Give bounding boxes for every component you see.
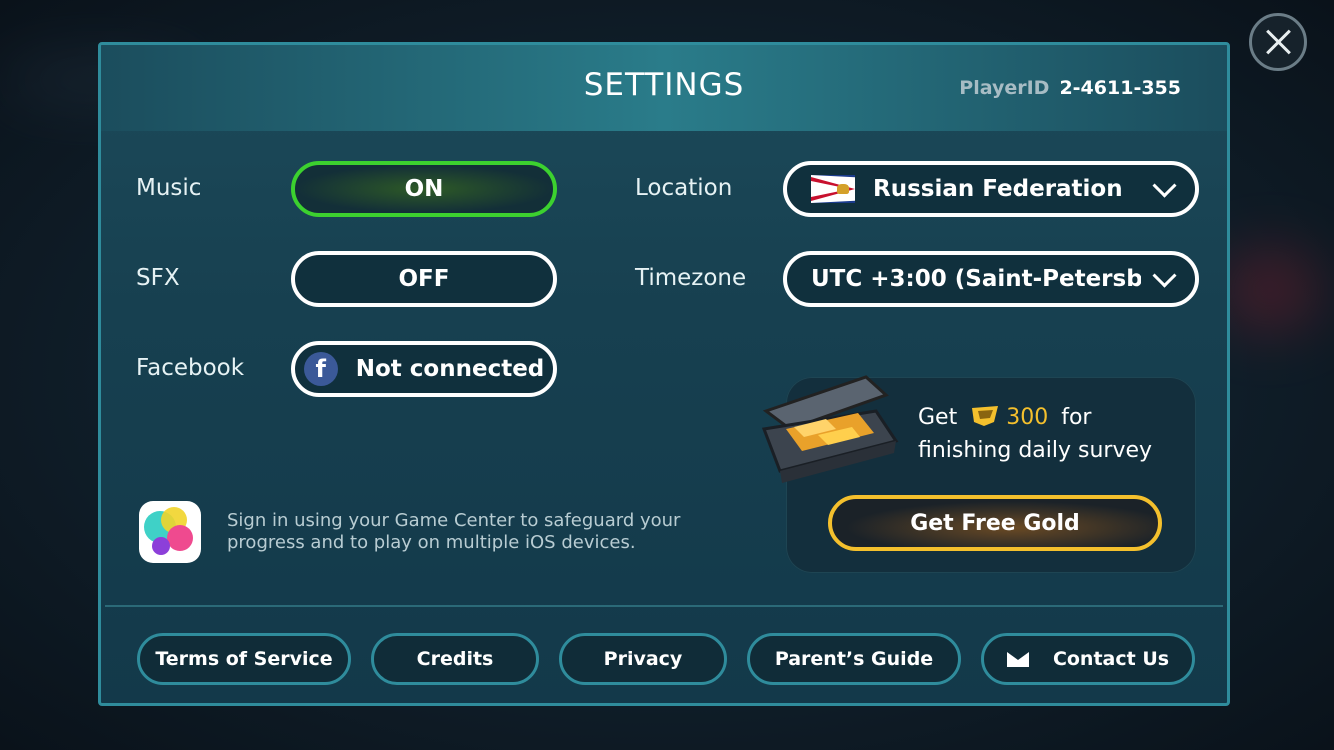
offer-amount: 300 (1006, 405, 1049, 430)
sfx-toggle[interactable]: OFF (291, 251, 557, 307)
location-label: Location (635, 175, 733, 201)
offer-text: Get 300 for finishing daily survey (918, 401, 1152, 467)
player-id-value: 2-4611-355 (1059, 77, 1181, 99)
location-select[interactable]: Russian Federation (783, 161, 1199, 217)
sfx-label: SFX (136, 265, 180, 291)
chevron-down-icon (1152, 263, 1177, 288)
contact-us-label: Contact Us (1052, 648, 1170, 670)
privacy-button[interactable]: Privacy (559, 633, 727, 685)
dialog-header: SETTINGS PlayerID 2-4611-355 (101, 45, 1227, 131)
privacy-label: Privacy (603, 648, 683, 670)
offer-description: finishing daily survey (918, 438, 1153, 463)
parents-guide-button[interactable]: Parent’s Guide (747, 633, 961, 685)
facebook-icon: f (303, 352, 338, 386)
divider (105, 605, 1223, 607)
facebook-connect-button[interactable]: f Not connected (291, 341, 557, 397)
flag-icon (811, 175, 855, 203)
music-toggle[interactable]: ON (291, 161, 557, 217)
settings-dialog: SETTINGS PlayerID 2-4611-355 Music ON SFX… (98, 42, 1230, 706)
close-icon[interactable] (1249, 13, 1307, 71)
get-free-gold-label: Get Free Gold (910, 510, 1080, 536)
timezone-value: UTC +3:00 (Saint-Petersburg (811, 266, 1141, 292)
get-free-gold-button[interactable]: Get Free Gold (828, 495, 1162, 551)
location-value: Russian Federation (873, 176, 1123, 202)
terms-label: Terms of Service (155, 648, 333, 670)
player-id: PlayerID 2-4611-355 (959, 77, 1181, 99)
music-label: Music (136, 175, 202, 201)
timezone-label: Timezone (635, 265, 747, 291)
credits-label: Credits (416, 648, 494, 670)
sfx-toggle-value: OFF (398, 266, 450, 292)
player-id-label: PlayerID (959, 77, 1050, 99)
offer-suffix: for (1061, 405, 1092, 430)
credits-button[interactable]: Credits (371, 633, 539, 685)
contact-us-button[interactable]: Contact Us (981, 633, 1195, 685)
game-center-text: Sign in using your Game Center to safegu… (227, 510, 681, 553)
chevron-down-icon (1152, 173, 1177, 198)
facebook-status: Not connected (355, 356, 545, 382)
parents-guide-label: Parent’s Guide (774, 648, 934, 670)
game-center-icon[interactable] (139, 501, 201, 563)
background-blur (1220, 250, 1320, 330)
gold-chest-icon (761, 375, 899, 483)
mail-icon (1006, 651, 1029, 667)
daily-survey-offer: Get 300 for finishing daily survey Get F… (761, 375, 1196, 573)
music-toggle-value: ON (404, 176, 444, 202)
offer-prefix: Get (918, 405, 958, 430)
timezone-select[interactable]: UTC +3:00 (Saint-Petersburg (783, 251, 1199, 307)
facebook-label: Facebook (136, 355, 245, 381)
terms-of-service-button[interactable]: Terms of Service (137, 633, 351, 685)
gold-bar-icon (972, 406, 999, 426)
